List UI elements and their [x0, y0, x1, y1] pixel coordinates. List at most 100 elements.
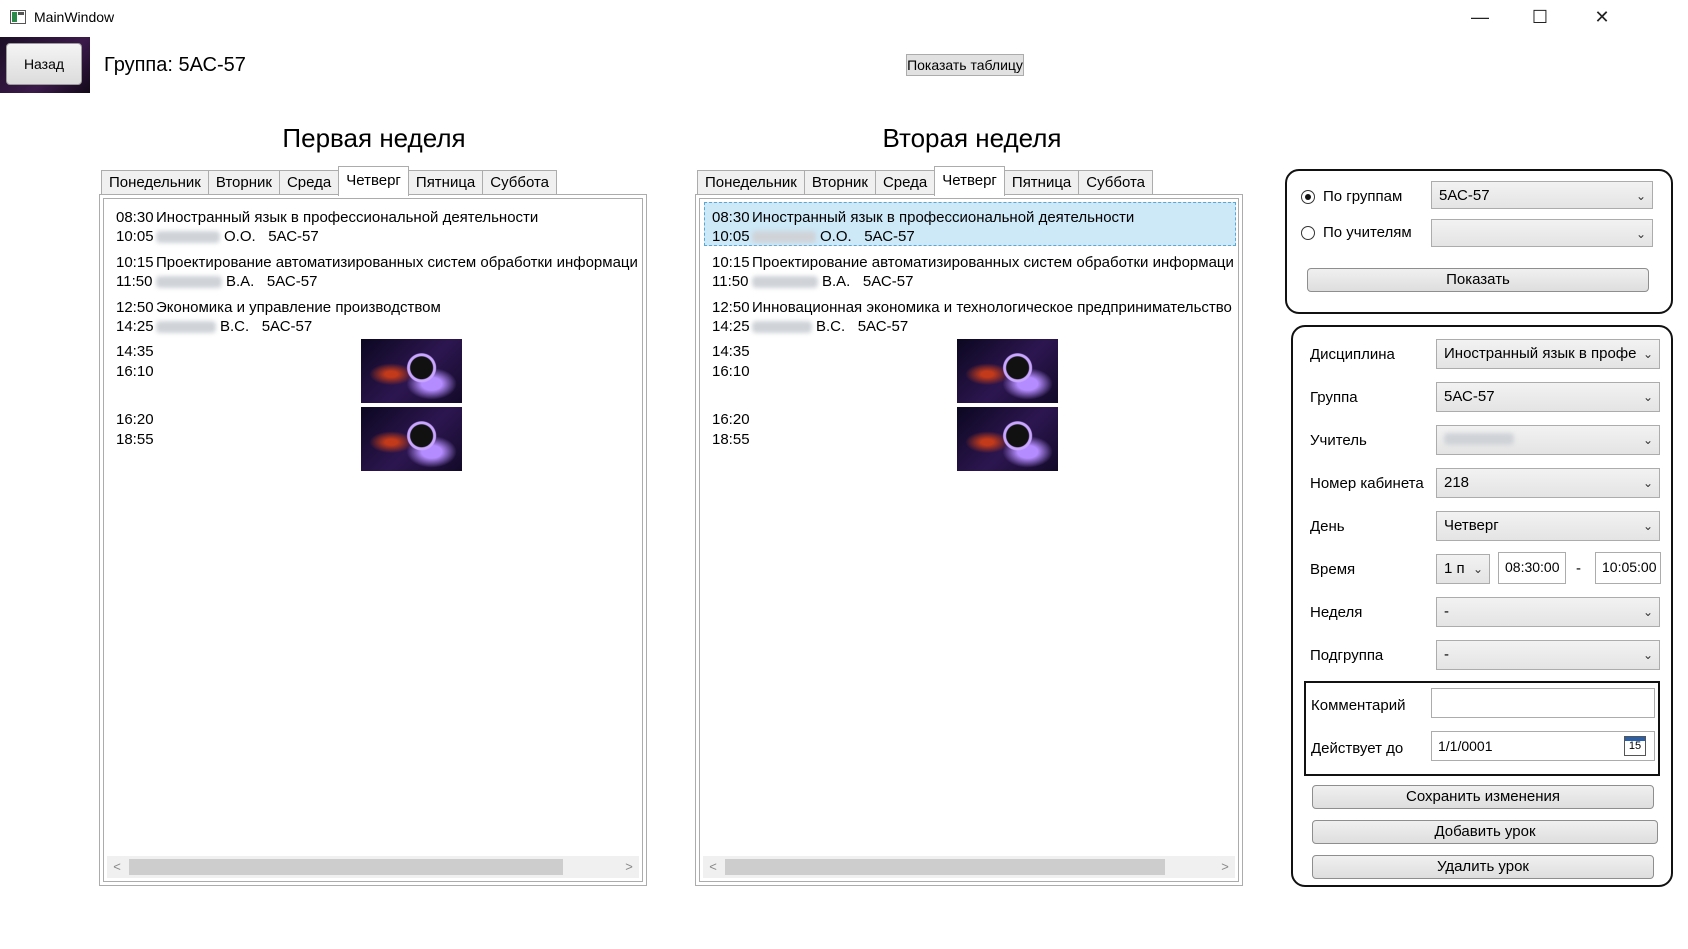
scroll-left-icon[interactable]: <	[107, 856, 127, 878]
lesson-editor-box: Дисциплина Иностранный язык в профе ⌄ Гру…	[1291, 325, 1673, 887]
minimize-button[interactable]: —	[1452, 0, 1508, 34]
week2-panel: 08:30 Иностранный язык в профессиональной…	[695, 194, 1243, 886]
week2-horizontal-scrollbar[interactable]: < >	[703, 856, 1235, 878]
chevron-down-icon: ⌄	[1642, 433, 1653, 447]
blurred-name	[752, 276, 818, 289]
time-end-input[interactable]: 10:05:00	[1595, 552, 1661, 584]
list-item[interactable]: 10:15 Проектирование автоматизированных с…	[712, 253, 1234, 272]
list-item[interactable]: 16:20	[116, 410, 156, 429]
comment-input[interactable]	[1431, 688, 1655, 718]
week1-tab-tuesday[interactable]: Вторник	[207, 170, 280, 196]
filter-box: По группам 5АС-57 ⌄ По учителям ⌄ Показат…	[1285, 169, 1673, 314]
blurred-name	[156, 231, 220, 244]
chevron-down-icon: ⌄	[1642, 648, 1653, 662]
by-groups-label: По группам	[1323, 188, 1403, 205]
group-filter-select[interactable]: 5АС-57 ⌄	[1431, 181, 1653, 209]
week2-tab-thursday[interactable]: Четверг	[934, 166, 1005, 196]
list-item[interactable]: 14:35	[116, 342, 156, 361]
week1-horizontal-scrollbar[interactable]: < >	[107, 856, 639, 878]
list-item[interactable]: 16:10	[712, 362, 752, 381]
by-teachers-radio[interactable]	[1301, 226, 1315, 240]
week1-panel: 08:30 Иностранный язык в профессиональной…	[99, 194, 647, 886]
blurred-name	[156, 321, 216, 334]
close-button[interactable]: ✕	[1574, 0, 1630, 34]
list-item[interactable]: 08:30 Иностранный язык в профессиональной…	[712, 208, 1134, 227]
time-label: Время	[1310, 561, 1356, 578]
list-item[interactable]: 10:15 Проектирование автоматизированных с…	[116, 253, 638, 272]
week1-tab-saturday[interactable]: Суббота	[482, 170, 558, 196]
calendar-icon[interactable]: 15	[1624, 736, 1646, 756]
list-item[interactable]: 08:30 Иностранный язык в профессиональной…	[116, 208, 538, 227]
valid-until-label: Действует до	[1311, 740, 1404, 757]
list-item[interactable]: 10:05 О.О. 5АС-57	[116, 227, 319, 246]
week-label: Неделя	[1310, 604, 1363, 621]
week-select[interactable]: - ⌄	[1436, 597, 1660, 627]
week1-tab-monday[interactable]: Понедельник	[101, 170, 209, 196]
back-button-background: Назад	[0, 37, 90, 93]
blurred-name	[156, 276, 222, 289]
subgroup-label: Подгруппа	[1310, 647, 1384, 664]
back-button[interactable]: Назад	[6, 43, 82, 85]
scroll-thumb[interactable]	[129, 859, 563, 875]
pair-select[interactable]: 1 п ⌄	[1436, 554, 1490, 584]
scroll-left-icon[interactable]: <	[703, 856, 723, 878]
group-title: Группа: 5АС-57	[104, 54, 246, 76]
list-item[interactable]: 16:10	[116, 362, 156, 381]
add-lesson-button[interactable]: Добавить урок	[1312, 820, 1658, 844]
list-item[interactable]: 14:25 В.С. 5АС-57	[712, 317, 908, 336]
space-image	[957, 407, 1058, 471]
list-item[interactable]: 18:55	[712, 430, 752, 449]
week1-lesson-list[interactable]: 08:30 Иностранный язык в профессиональной…	[103, 198, 643, 882]
space-image	[361, 339, 462, 403]
show-table-button[interactable]: Показать таблицу	[906, 54, 1024, 76]
week1-tabs: Понедельник Вторник Среда Четверг Пятниц…	[101, 166, 558, 196]
list-item[interactable]: 14:25 В.С. 5АС-57	[116, 317, 312, 336]
time-start-input[interactable]: 08:30:00	[1498, 552, 1566, 584]
week2-tab-tuesday[interactable]: Вторник	[803, 170, 876, 196]
window-title: MainWindow	[34, 9, 115, 25]
list-item[interactable]: 16:20	[712, 410, 752, 429]
chevron-down-icon: ⌄	[1635, 227, 1646, 241]
discipline-select[interactable]: Иностранный язык в профе ⌄	[1436, 339, 1660, 369]
by-groups-radio[interactable]	[1301, 190, 1315, 204]
delete-lesson-button[interactable]: Удалить урок	[1312, 855, 1654, 879]
teacher-filter-select[interactable]: ⌄	[1431, 219, 1653, 247]
week1-tab-friday[interactable]: Пятница	[407, 170, 484, 196]
room-select[interactable]: 218 ⌄	[1436, 468, 1660, 498]
teacher-label: Учитель	[1310, 432, 1367, 449]
chevron-down-icon: ⌄	[1642, 347, 1653, 361]
list-item[interactable]: 18:55	[116, 430, 156, 449]
chevron-down-icon: ⌄	[1635, 189, 1646, 203]
app-icon	[10, 10, 26, 24]
week2-title: Вторая неделя	[882, 123, 1062, 153]
day-select[interactable]: Четверг ⌄	[1436, 511, 1660, 541]
list-item[interactable]: 11:50 В.А. 5АС-57	[712, 272, 913, 291]
discipline-label: Дисциплина	[1310, 346, 1395, 363]
week2-tab-wednesday[interactable]: Среда	[874, 170, 936, 196]
scroll-thumb[interactable]	[725, 859, 1165, 875]
week2-lesson-list[interactable]: 08:30 Иностранный язык в профессиональной…	[699, 198, 1239, 882]
week1-tab-thursday[interactable]: Четверг	[338, 166, 409, 196]
teacher-select[interactable]: ⌄	[1436, 425, 1660, 455]
week2-tab-saturday[interactable]: Суббота	[1078, 170, 1154, 196]
valid-until-datepicker[interactable]: 1/1/0001 15	[1431, 731, 1655, 761]
list-item[interactable]: 12:50 Инновационная экономика и технологи…	[712, 298, 1232, 317]
comment-group: Комментарий Действует до 1/1/0001 15	[1304, 681, 1660, 776]
maximize-button[interactable]: ☐	[1512, 0, 1568, 34]
comment-label: Комментарий	[1311, 697, 1406, 714]
list-item[interactable]: 11:50 В.А. 5АС-57	[116, 272, 317, 291]
week1-tab-wednesday[interactable]: Среда	[278, 170, 340, 196]
show-button[interactable]: Показать	[1307, 268, 1649, 292]
list-item[interactable]: 10:05 О.О. 5АС-57	[712, 227, 915, 246]
save-changes-button[interactable]: Сохранить изменения	[1312, 785, 1654, 809]
week2-tab-monday[interactable]: Понедельник	[697, 170, 805, 196]
week2-tab-friday[interactable]: Пятница	[1003, 170, 1080, 196]
subgroup-select[interactable]: - ⌄	[1436, 640, 1660, 670]
title-bar: MainWindow — ☐ ✕	[0, 0, 1688, 34]
list-item[interactable]: 12:50 Экономика и управление производство…	[116, 298, 441, 317]
scroll-right-icon[interactable]: >	[619, 856, 639, 878]
group-select[interactable]: 5АС-57 ⌄	[1436, 382, 1660, 412]
list-item[interactable]: 14:35	[712, 342, 752, 361]
scroll-right-icon[interactable]: >	[1215, 856, 1235, 878]
blurred-name	[752, 321, 812, 334]
